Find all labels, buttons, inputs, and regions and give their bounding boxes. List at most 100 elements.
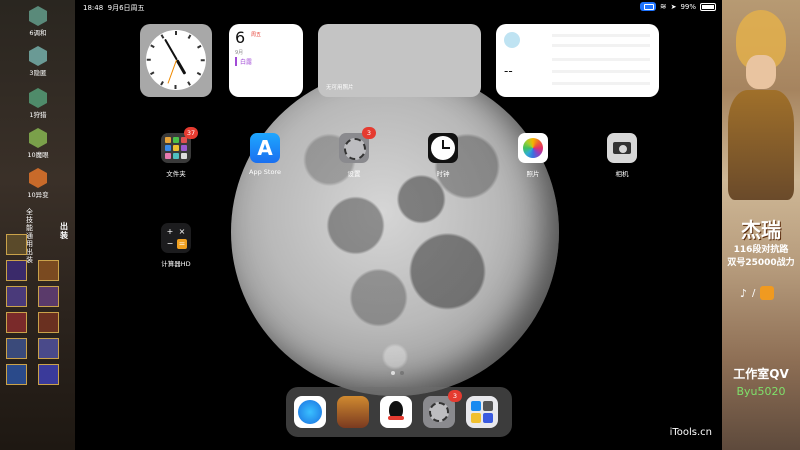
equip-slot [6,312,27,333]
battery-value: -- [504,64,513,78]
calculator-icon: + × − = [161,223,191,253]
app-library-icon[interactable] [466,396,498,428]
ipad-home-screen: 18:48 9月6日周五 ≋ ➤ 99% 6 周五 9月 白露 无可用照片 --… [75,0,722,450]
social-row: ♪ / [740,286,775,300]
app-folder[interactable]: 37 文件夹 [146,127,206,178]
settings-icon[interactable]: 3 [423,390,462,428]
equip-slot [38,286,59,307]
clock-tick [187,34,191,39]
rank-gem-icon [29,168,47,188]
rank-gem-icon [29,6,47,26]
clock-widget[interactable] [140,24,212,97]
rank-gem-icon [29,46,47,66]
calendar-widget[interactable]: 6 周五 9月 白露 [229,24,303,97]
status-right: ≋ ➤ 99% [639,2,716,11]
app-label: 相机 [615,170,629,178]
rank-label: 1狩猎 [29,111,47,119]
app-label: 时钟 [436,170,450,178]
notification-badge: 3 [448,390,462,402]
clock-app-icon [428,133,458,163]
dock: 3 [286,387,512,437]
calc-key-equals: = [177,239,187,249]
tiktok-icon: ♪ [740,286,748,300]
app-settings[interactable]: 3 设置 [324,127,384,178]
location-icon: ➤ [670,2,677,11]
equip-slot [6,286,27,307]
power-line: 双号25000战力 [727,258,795,268]
hero-face [746,55,776,89]
battery-icon [700,2,716,11]
moon-wallpaper [231,68,559,396]
safari-icon[interactable] [294,396,326,428]
clock-face [146,30,206,90]
calendar-event: 白露 [240,59,253,66]
honor-of-kings-icon[interactable] [337,396,369,428]
app-clock[interactable]: 时钟 [413,133,473,178]
status-clock: 18:48 [83,4,104,12]
status-date: 9月6日周五 [107,4,145,12]
app-calculator[interactable]: + × − = 计算器HD [146,223,206,268]
kuaishou-icon [760,286,775,300]
qq-icon[interactable] [380,396,412,428]
page-dot [400,371,404,375]
app-camera[interactable]: 相机 [592,133,652,178]
calc-key: − [166,239,174,248]
clock-tick [150,71,155,76]
clock-tick [197,71,202,76]
mini-app-icon [483,401,493,411]
mini-app-icon [165,153,171,159]
status-bar: 18:48 9月6日周五 ≋ ➤ 99% [75,0,722,14]
clock-tick [200,59,205,61]
calc-key: × [178,227,186,236]
calendar-month: 9月 [235,50,244,56]
app-store-icon: A [250,133,280,163]
rank-label: 3隐匿 [29,69,47,77]
clock-app-hand [442,147,450,149]
mini-app-icon [181,153,187,159]
camera-lens [618,144,628,154]
equip-slot [38,312,59,333]
equip-slot [6,364,27,385]
folder-icon: 37 [161,127,198,163]
minute-hand [164,38,178,61]
rank-item: 6调和 [18,6,58,37]
app-app-store[interactable]: A App Store [235,133,295,176]
batteries-widget[interactable]: -- [496,24,659,97]
safari-compass [298,400,322,424]
app-label: 设置 [347,170,361,178]
status-time: 18:48 9月6日周五 [83,3,145,13]
calc-key: + [166,227,174,236]
gear-ring [344,138,366,160]
qq-scarf [388,416,404,420]
clock-tick [187,81,191,86]
rank-line: 116段对抗路 [733,245,789,255]
wifi-icon: ≋ [659,2,667,11]
battery-bar [552,58,650,61]
photos-widget[interactable]: 无可用照片 [318,24,481,97]
rank-label: 10异变 [27,191,49,199]
clock-tick [160,34,164,39]
equip-side-label: 出装 [60,222,68,240]
page-dot [391,371,395,375]
app-label: 照片 [526,170,540,178]
rank-item: 1狩猎 [18,88,58,119]
rank-item: 10魔眼 [18,128,58,159]
right-stream-panel: 杰瑞 116段对抗路 双号25000战力 ♪ / 工作室QV Byu5020 [722,0,800,450]
mini-app-icon [173,137,179,143]
mini-app-icon [173,153,179,159]
rank-label: 10魔眼 [27,151,49,159]
photos-flower [523,138,543,158]
clock-app-face [431,136,455,160]
clock-tick [175,31,177,35]
rank-gem-icon [29,88,47,108]
clock-tick [160,81,164,86]
photos-icon [518,133,548,163]
battery-bar [552,44,650,47]
equip-slot [38,260,59,281]
rank-item: 3隐匿 [18,46,58,77]
clock-tick [146,59,151,61]
itools-watermark: iTools.cn [669,427,712,438]
page-indicator[interactable] [391,371,404,375]
rank-item: 10异变 [18,168,58,199]
app-photos[interactable]: 照片 [503,133,563,178]
